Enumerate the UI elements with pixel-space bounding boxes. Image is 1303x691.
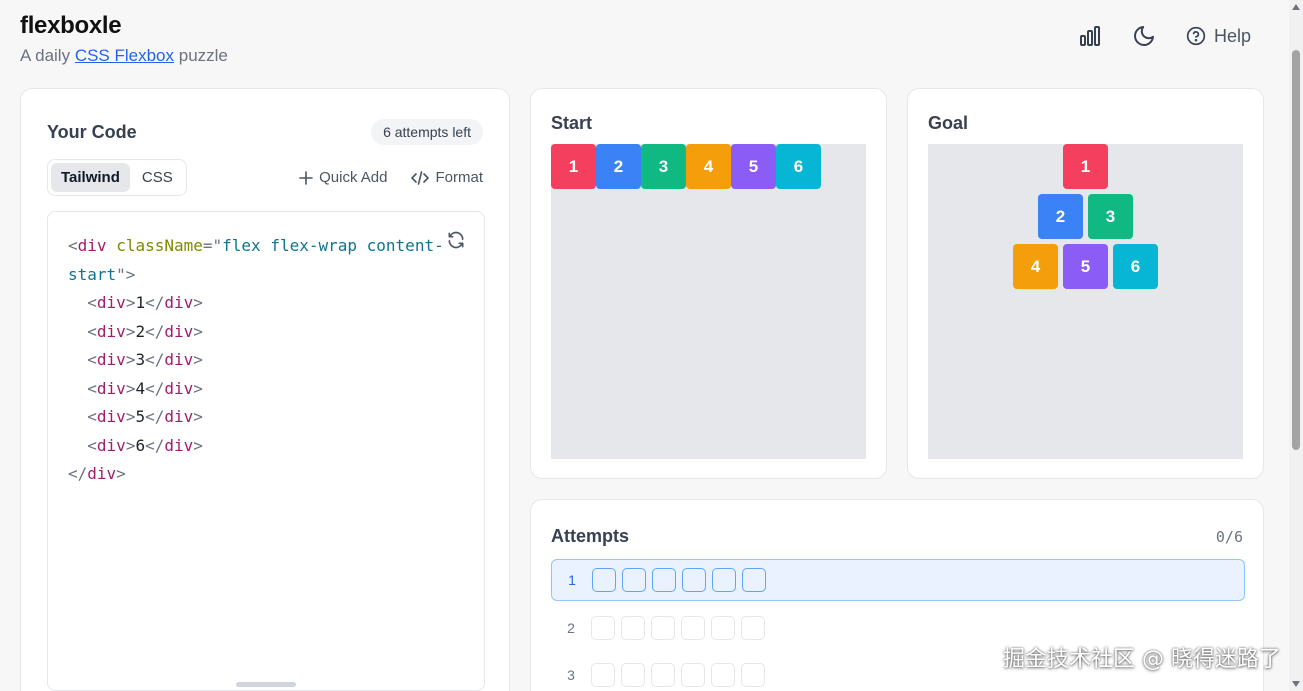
attempt-slot [682,568,706,592]
attempt-row-1: 1 [551,559,1245,601]
goal-block-6: 6 [1113,244,1158,289]
tab-css[interactable]: CSS [132,163,183,192]
start-board: 1 2 3 4 5 6 [551,144,866,459]
code-panel-title: Your Code [47,121,137,142]
format-button[interactable]: Format [411,169,483,186]
code-line: <div>1</div> [87,293,203,312]
scrollbar-thumb[interactable] [1292,50,1300,450]
help-button[interactable]: Help [1186,26,1251,47]
attempt-slot [651,616,675,640]
start-block-3: 3 [641,144,686,189]
bar-chart-icon [1079,26,1100,46]
theme-toggle-button[interactable] [1132,24,1156,48]
page-scrollbar[interactable] [1289,0,1303,691]
code-editor[interactable]: <div className="flex flex-wrap content- … [47,211,485,691]
code-line: <div>6</div> [87,435,203,455]
editor-scroll-handle[interactable] [236,682,296,687]
code-panel: Your Code 6 attempts left Tailwind CSS Q… [20,88,510,691]
quick-add-label: Quick Add [319,169,388,186]
scroll-down-arrow-icon[interactable] [1292,681,1300,687]
attempt-slot [741,616,765,640]
attempt-slot [711,663,735,687]
header: flexboxle A daily CSS Flexbox puzzle [20,12,228,66]
code-line: start"> [68,264,136,284]
start-block-4: 4 [686,144,731,189]
attempt-number: 2 [567,620,575,636]
attempt-number: 1 [568,572,576,588]
quick-add-button[interactable]: Quick Add [299,169,387,186]
start-block-6: 6 [776,144,821,189]
css-flexbox-link[interactable]: CSS Flexbox [75,46,174,65]
attempts-counter: 0/6 [1215,527,1243,546]
reset-code-button[interactable] [446,230,466,255]
attempt-slot [591,663,615,687]
attempt-slot [742,568,766,592]
attempt-number: 3 [567,667,575,683]
attempts-title: Attempts [551,526,630,546]
goal-panel: Goal 1 2 3 4 5 6 [907,88,1264,479]
goal-block-4: 4 [1013,244,1058,289]
code-line: <div>2</div> [87,321,203,341]
tab-tailwind[interactable]: Tailwind [51,163,130,192]
goal-title: Goal [928,113,969,133]
plus-icon [299,170,313,185]
attempt-slot [741,663,765,687]
goal-board: 1 2 3 4 5 6 [928,144,1243,459]
app-title: flexboxle [20,12,122,39]
help-label: Help [1213,25,1251,46]
code-line: </div> [68,464,126,483]
refresh-icon [448,231,464,249]
syntax-toggle: Tailwind CSS [47,159,187,196]
help-circle-icon [1186,26,1206,46]
header-actions: Help [1078,24,1251,48]
attempt-slot [711,616,735,640]
code-line: <div>4</div> [87,378,203,398]
start-block-5: 5 [731,144,776,189]
attempt-slot [681,616,705,640]
code-line: <div className="flex flex-wrap content- [68,236,444,255]
code-line: <div>5</div> [87,407,203,426]
start-panel: Start 1 2 3 4 5 6 [530,88,887,479]
format-label: Format [435,169,483,186]
attempt-slot [621,663,645,687]
goal-block-1: 1 [1063,144,1108,189]
attempt-slot [712,568,736,592]
attempt-slot [592,568,616,592]
subtitle-suffix: puzzle [174,46,228,65]
code-icon [411,170,430,185]
subtitle-prefix: A daily [20,46,75,65]
goal-block-5: 5 [1063,244,1108,289]
attempt-slot [652,568,676,592]
goal-block-2: 2 [1038,194,1083,239]
stats-button[interactable] [1078,24,1102,48]
code-line: <div>3</div> [87,350,203,369]
start-block-1: 1 [551,144,596,189]
start-title: Start [551,113,593,133]
code-content[interactable]: <div className="flex flex-wrap content- … [68,232,448,489]
attempt-slot [621,616,645,640]
watermark: 掘金技术社区 @ 晓得迷路了 [1003,647,1281,672]
subtitle: A daily CSS Flexbox puzzle [20,46,228,66]
moon-icon [1134,26,1154,46]
scroll-up-arrow-icon[interactable] [1292,4,1300,10]
goal-block-3: 3 [1088,194,1133,239]
start-block-2: 2 [596,144,641,189]
attempt-slot [622,568,646,592]
attempt-slot [591,616,615,640]
attempt-slot [681,663,705,687]
attempts-left-badge: 6 attempts left [371,119,483,145]
attempt-slot [651,663,675,687]
